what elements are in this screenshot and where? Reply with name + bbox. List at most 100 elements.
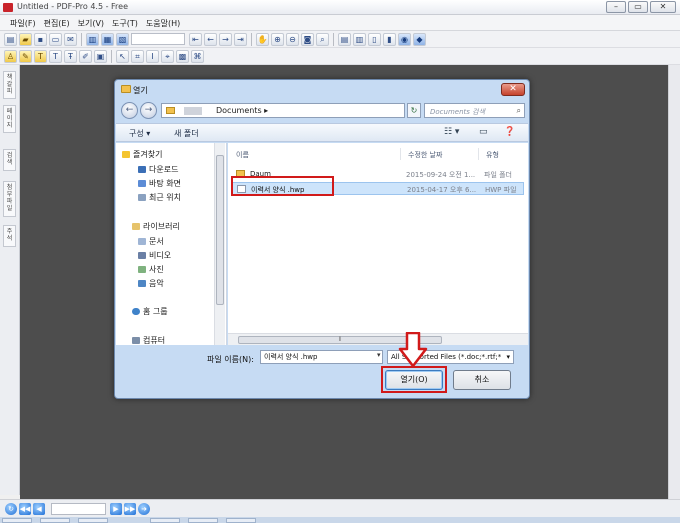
back-icon[interactable]: ←	[121, 102, 138, 119]
new-file-icon[interactable]: ▤	[4, 32, 17, 46]
search-icon[interactable]: ⌕	[517, 106, 521, 116]
continuous-view-icon[interactable]: ▮	[383, 32, 396, 46]
filename-input[interactable]	[260, 350, 383, 364]
dialog-close-button[interactable]: ✕	[501, 83, 525, 96]
nav-scrollbar[interactable]	[214, 143, 225, 345]
hand-tool-icon[interactable]: ✋	[256, 32, 269, 46]
tab-pages[interactable]: 페이지	[3, 105, 16, 133]
close-window-button[interactable]: ✕	[650, 1, 676, 13]
help-icon[interactable]: ❓	[504, 127, 515, 137]
taskbar-item[interactable]	[2, 518, 32, 523]
sticky-note-icon[interactable]: ▣	[94, 49, 107, 63]
nav-recent[interactable]: 최근 위치	[138, 192, 181, 203]
last-page-button[interactable]: ▶▶	[124, 502, 136, 515]
menu-tools[interactable]: 도구(T)	[108, 15, 142, 30]
nav-documents[interactable]: 문서	[138, 236, 164, 247]
zoom-in-icon[interactable]: ⊕	[271, 32, 284, 46]
scroll-thumb[interactable]	[216, 155, 224, 305]
zoom-out-icon[interactable]: ⊖	[286, 32, 299, 46]
refresh-icon[interactable]: ↻	[407, 103, 421, 118]
maximize-button[interactable]: ▭	[628, 1, 648, 13]
column-type[interactable]: 유형	[486, 150, 499, 160]
nav-downloads[interactable]: 다운로드	[138, 164, 178, 175]
highlighter-icon[interactable]: ✐	[79, 49, 92, 63]
fit-page-icon[interactable]: ▥	[86, 32, 99, 46]
previous-page-button[interactable]: ◀	[33, 502, 45, 515]
typewriter-icon[interactable]: Ŧ	[64, 49, 77, 63]
menu-help[interactable]: 도움말(H)	[142, 15, 184, 30]
page-number-input[interactable]	[51, 502, 106, 515]
forward-icon[interactable]: ➜	[138, 502, 150, 515]
menu-edit[interactable]: 편집(E)	[40, 15, 74, 30]
tab-attachments[interactable]: 첨부파일	[3, 181, 16, 217]
horizontal-scrollbar[interactable]: ⦀	[228, 333, 528, 345]
print-icon[interactable]: ▭	[49, 32, 62, 46]
address-field[interactable]: Documents ▸	[161, 103, 405, 118]
forward-icon[interactable]: →	[140, 102, 157, 119]
chevron-down-icon[interactable]: ▾	[377, 351, 381, 359]
image-icon[interactable]: ▩	[176, 49, 189, 63]
book-view-icon[interactable]: ▯	[368, 32, 381, 46]
document-properties-icon[interactable]: ▤	[338, 32, 351, 46]
select-text-icon[interactable]: Ⅰ	[146, 49, 159, 63]
nav-libraries[interactable]: 라이브러리	[132, 221, 180, 232]
nav-favorites[interactable]: 즐겨찾기	[122, 149, 162, 160]
view-options-icon[interactable]: ☷ ▾	[444, 127, 459, 137]
fit-width-icon[interactable]: ▦	[101, 32, 114, 46]
snapshot-icon[interactable]: ◙	[301, 32, 314, 46]
nav-homegroup[interactable]: 홈 그룹	[132, 306, 168, 317]
file-date: 2015-09-24 오전 1...	[406, 171, 476, 179]
taskbar-item[interactable]	[78, 518, 108, 523]
last-page-icon[interactable]: ⇥	[234, 32, 247, 46]
security-icon[interactable]: ◆	[413, 32, 426, 46]
zoom-input[interactable]	[131, 33, 185, 45]
text-field-icon[interactable]: T	[49, 49, 62, 63]
nav-desktop[interactable]: 바탕 화면	[138, 178, 181, 189]
nav-videos[interactable]: 비디오	[138, 250, 171, 261]
page-layout-icon[interactable]: ▥	[353, 32, 366, 46]
taskbar-item[interactable]	[40, 518, 70, 523]
organize-button[interactable]: 구성 ▾	[129, 128, 150, 139]
column-name[interactable]: 이름	[236, 150, 249, 160]
vertical-scrollbar[interactable]	[668, 65, 680, 499]
cancel-button[interactable]: 취소	[453, 370, 511, 390]
taskbar-item[interactable]	[226, 518, 256, 523]
link-icon[interactable]: ⌘	[191, 49, 204, 63]
nav-pictures[interactable]: 사진	[138, 264, 164, 275]
preview-pane-icon[interactable]: ▭	[479, 127, 488, 137]
minimize-button[interactable]: –	[606, 1, 626, 13]
new-folder-button[interactable]: 새 폴더	[174, 128, 199, 139]
globe-icon[interactable]: ◉	[398, 32, 411, 46]
next-page-button[interactable]: ▶	[110, 502, 122, 515]
dialog-title: 열기	[133, 86, 148, 95]
find-icon[interactable]: ⌕	[316, 32, 329, 46]
menu-file[interactable]: 파일(F)	[6, 15, 40, 30]
single-page-icon[interactable]: ▧	[116, 32, 129, 46]
tab-search[interactable]: 검색	[3, 149, 16, 171]
search-input[interactable]: Documents 검색 ⌕	[424, 103, 525, 118]
tab-bookmarks[interactable]: 책갈피	[3, 71, 16, 99]
menu-view[interactable]: 보기(V)	[74, 15, 108, 30]
address-path[interactable]: Documents ▸	[216, 106, 268, 115]
refresh-icon[interactable]: ↻	[5, 502, 17, 515]
crop-icon[interactable]: ⌖	[161, 49, 174, 63]
column-date[interactable]: 수정한 날짜	[408, 150, 442, 160]
taskbar-item[interactable]	[188, 518, 218, 523]
select-area-icon[interactable]: ⌗	[131, 49, 144, 63]
first-page-button[interactable]: ◀◀	[19, 502, 31, 515]
open-folder-icon[interactable]: ▰	[19, 32, 32, 46]
tab-annotations[interactable]: 주석	[3, 225, 16, 247]
pencil-icon[interactable]: ✎	[19, 49, 32, 63]
music-icon	[138, 280, 146, 287]
next-page-icon[interactable]: →	[219, 32, 232, 46]
prev-page-icon[interactable]: ←	[204, 32, 217, 46]
select-arrow-icon[interactable]: ↖	[116, 49, 129, 63]
nav-music[interactable]: 음악	[138, 278, 164, 289]
stamp-icon[interactable]: ♙	[4, 49, 17, 63]
taskbar-item[interactable]	[150, 518, 180, 523]
first-page-icon[interactable]: ⇤	[189, 32, 202, 46]
text-box-icon[interactable]: T	[34, 49, 47, 63]
email-icon[interactable]: ✉	[64, 32, 77, 46]
save-icon[interactable]: ▪	[34, 32, 47, 46]
nav-computer[interactable]: 컴퓨터	[132, 335, 165, 346]
